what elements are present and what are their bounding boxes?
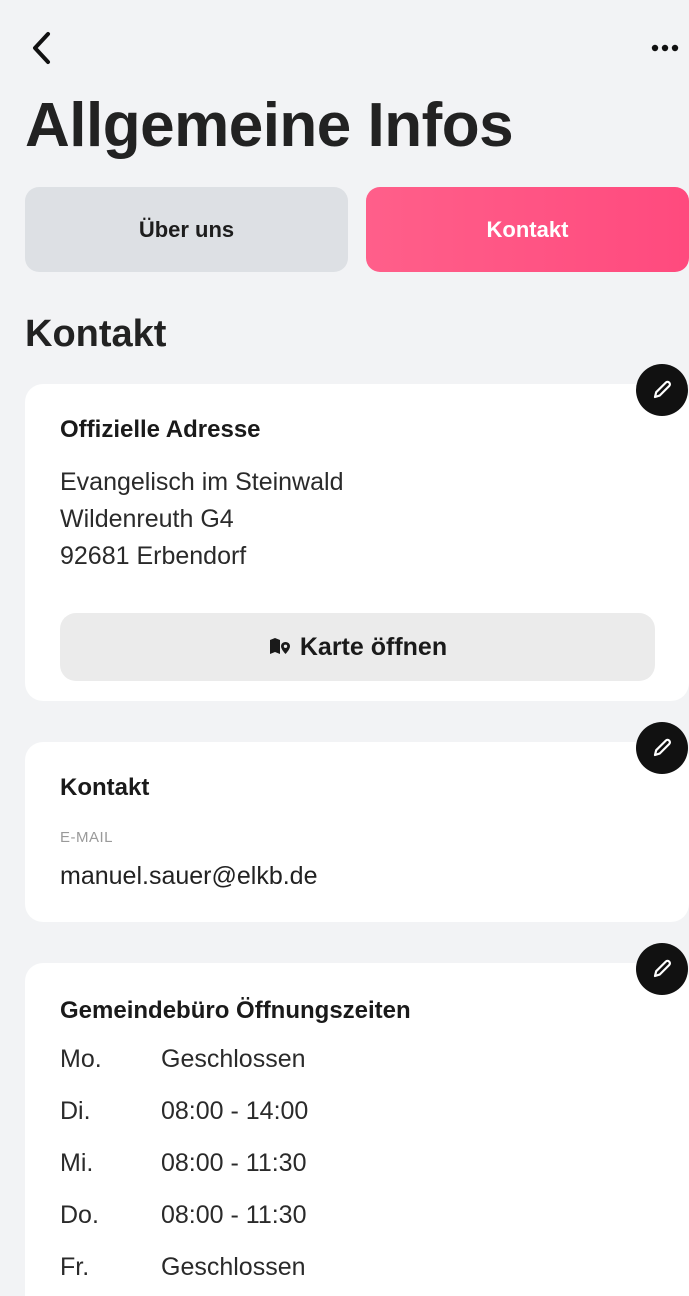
contact-card-title: Kontakt <box>60 774 150 801</box>
segmented-tabs: Über uns Kontakt <box>25 187 689 272</box>
hours-time: Geschlossen <box>161 1253 306 1281</box>
tab-about-us[interactable]: Über uns <box>25 187 348 272</box>
ellipsis-icon <box>651 44 679 52</box>
hours-day: Mi. <box>60 1149 94 1177</box>
hours-row: Di. 08:00 - 14:00 <box>60 1097 620 1137</box>
hours-row: Mo. Geschlossen <box>60 1045 620 1085</box>
edit-contact-button[interactable] <box>636 722 688 774</box>
chevron-left-icon <box>33 32 50 64</box>
section-heading: Kontakt <box>25 313 167 355</box>
hours-day: Do. <box>60 1201 99 1229</box>
address-lines: Evangelisch im Steinwald Wildenreuth G4 … <box>60 464 343 575</box>
contact-card: Kontakt E-MAIL manuel.sauer@elkb.de <box>25 742 689 922</box>
pencil-icon <box>653 959 671 978</box>
hours-time: 08:00 - 11:30 <box>161 1201 307 1229</box>
opening-hours-title: Gemeindebüro Öffnungszeiten <box>60 997 411 1024</box>
tab-contact[interactable]: Kontakt <box>366 187 689 272</box>
hours-time: 08:00 - 14:00 <box>161 1097 309 1125</box>
more-options-button[interactable] <box>646 30 682 64</box>
hours-time: Geschlossen <box>161 1045 306 1073</box>
address-card: Offizielle Adresse Evangelisch im Steinw… <box>25 384 689 701</box>
email-value[interactable]: manuel.sauer@elkb.de <box>60 862 317 891</box>
page-title: Allgemeine Infos <box>25 91 514 160</box>
hours-time: 08:00 - 11:30 <box>161 1149 307 1177</box>
edit-address-button[interactable] <box>636 364 688 416</box>
hours-day: Mo. <box>60 1045 102 1073</box>
hours-row: Fr. Geschlossen <box>60 1253 620 1293</box>
map-pin-icon <box>269 638 290 654</box>
back-button[interactable] <box>26 28 60 68</box>
pencil-icon <box>653 738 671 757</box>
opening-hours-card: Gemeindebüro Öffnungszeiten Mo. Geschlos… <box>25 963 689 1296</box>
address-line: Wildenreuth G4 <box>60 505 234 533</box>
open-map-label: Karte öffnen <box>299 632 448 661</box>
hours-day: Di. <box>60 1097 91 1125</box>
top-bar <box>0 0 689 90</box>
address-line: Evangelisch im Steinwald <box>60 468 344 496</box>
address-card-title: Offizielle Adresse <box>60 416 261 443</box>
hours-row: Mi. 08:00 - 11:30 <box>60 1149 620 1189</box>
hours-row: Do. 08:00 - 11:30 <box>60 1201 620 1241</box>
open-map-button[interactable]: Karte öffnen <box>60 613 655 681</box>
email-label: E-MAIL <box>60 829 114 846</box>
address-line: 92681 Erbendorf <box>60 542 247 570</box>
pencil-icon <box>653 380 671 399</box>
hours-day: Fr. <box>60 1253 90 1281</box>
edit-opening-hours-button[interactable] <box>636 943 688 995</box>
